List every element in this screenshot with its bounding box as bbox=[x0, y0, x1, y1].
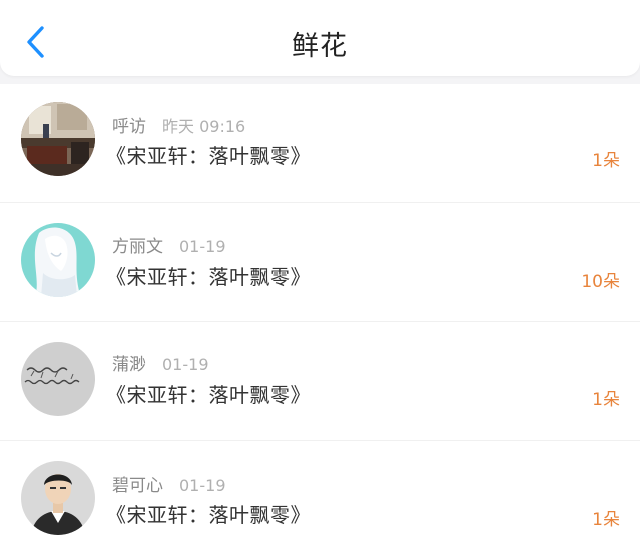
user-name[interactable]: 碧可心 bbox=[112, 476, 163, 496]
book-title[interactable]: 《宋亚轩：落叶飘零》 bbox=[106, 379, 311, 408]
top-bar: 鲜花 bbox=[0, 0, 640, 76]
timestamp: 01-19 bbox=[162, 355, 209, 374]
user-name[interactable]: 蒲渺 bbox=[112, 355, 146, 375]
flower-list: 呼访 昨天 09:16 《宋亚轩：落叶飘零》 1朵 方丽文 01-19 《宋亚轩：落… bbox=[0, 84, 640, 559]
item-meta: 方丽文 01-19 bbox=[112, 232, 226, 257]
handwriting-avatar[interactable] bbox=[21, 342, 95, 416]
user-name[interactable]: 方丽文 bbox=[112, 237, 163, 257]
list-item[interactable]: 蒲渺 01-19 《宋亚轩：落叶飘零》 1朵 bbox=[0, 322, 640, 441]
list-item[interactable]: 呼访 昨天 09:16 《宋亚轩：落叶飘零》 1朵 bbox=[0, 84, 640, 203]
timestamp: 01-19 bbox=[179, 476, 226, 495]
page-title: 鲜花 bbox=[292, 31, 348, 62]
room-photo-avatar[interactable] bbox=[21, 102, 95, 176]
timestamp: 01-19 bbox=[179, 237, 226, 256]
flower-count: 10朵 bbox=[581, 272, 620, 292]
flower-count: 1朵 bbox=[592, 390, 620, 410]
cartoon-man-avatar[interactable] bbox=[21, 461, 95, 535]
timestamp: 昨天 09:16 bbox=[162, 117, 246, 136]
item-meta: 蒲渺 01-19 bbox=[112, 350, 209, 375]
list-item[interactable]: 碧可心 01-19 《宋亚轩：落叶飘零》 1朵 bbox=[0, 441, 640, 559]
book-title[interactable]: 《宋亚轩：落叶飘零》 bbox=[106, 261, 311, 290]
book-title[interactable]: 《宋亚轩：落叶飘零》 bbox=[106, 499, 311, 528]
item-meta: 碧可心 01-19 bbox=[112, 471, 226, 496]
anime-girl-avatar[interactable] bbox=[21, 223, 95, 297]
flower-count: 1朵 bbox=[592, 151, 620, 171]
flower-count: 1朵 bbox=[592, 510, 620, 530]
list-item[interactable]: 方丽文 01-19 《宋亚轩：落叶飘零》 10朵 bbox=[0, 203, 640, 322]
item-meta: 呼访 昨天 09:16 bbox=[112, 112, 245, 137]
user-name[interactable]: 呼访 bbox=[112, 117, 146, 137]
book-title[interactable]: 《宋亚轩：落叶飘零》 bbox=[106, 140, 311, 169]
